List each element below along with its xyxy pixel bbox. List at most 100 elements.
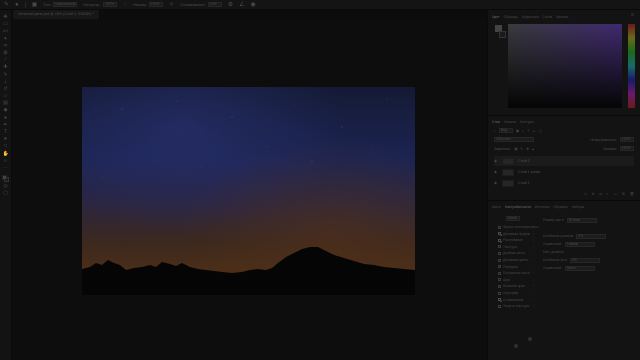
angle-icon[interactable]: ∠ [239, 2, 244, 8]
mode-select[interactable]: Нормальный [53, 2, 78, 7]
lock-icon[interactable]: ▫ [533, 265, 534, 269]
brush-preview-icon[interactable] [528, 337, 532, 341]
add-mask-icon[interactable]: ◘ [600, 192, 602, 196]
healing-brush-tool-icon[interactable]: ✚ [3, 64, 9, 70]
new-layer-icon[interactable]: ⊞ [622, 192, 625, 196]
lock-icon[interactable]: ▫ [533, 304, 534, 308]
layer-row[interactable]: ◉ Слой 2 [494, 156, 634, 166]
brush-option-item[interactable]: Влажные края ▫ [498, 283, 534, 289]
brush-option-item[interactable]: Аэрограф ▫ [498, 290, 534, 296]
panel-menu-icon[interactable]: ≡ [631, 12, 634, 18]
history-brush-tool-icon[interactable]: ↺ [3, 86, 9, 92]
zoom-tool-icon[interactable]: ⌕ [3, 158, 9, 164]
angle-control-select[interactable]: Выкл. [565, 265, 596, 271]
lock-icon[interactable]: ▫ [533, 271, 534, 275]
opacity-field[interactable]: 100% [103, 2, 118, 7]
layer-row[interactable]: ◉ Слой 1 копия [494, 167, 634, 177]
tab-clone-source[interactable]: Источник [535, 205, 549, 209]
tab-color[interactable]: Цвет [492, 15, 500, 19]
checkbox[interactable] [498, 232, 502, 237]
size-jitter-value[interactable]: 0% [576, 233, 607, 239]
new-group-icon[interactable]: ▭ [614, 192, 617, 196]
checkbox[interactable] [498, 225, 501, 229]
tab-brush[interactable]: Кисть [492, 205, 501, 209]
checkbox[interactable] [498, 304, 501, 308]
tab-brush-swatches[interactable]: Образцы [553, 205, 567, 209]
more-tools-icon[interactable]: ⋯ [3, 165, 9, 171]
tab-presets[interactable]: Наборы [572, 205, 585, 209]
smoothing-field[interactable]: 10% [207, 2, 222, 7]
gradient-tool-icon[interactable]: ▤ [3, 100, 9, 106]
checkbox[interactable] [498, 245, 501, 249]
lock-paint-icon[interactable]: ✎ [520, 147, 523, 151]
frame-tool-icon[interactable]: ⊠ [3, 50, 9, 56]
angle-jitter-value[interactable]: 0% [570, 257, 600, 263]
checkbox[interactable] [498, 298, 502, 303]
brush-settings-icon[interactable]: ▣ [32, 2, 38, 8]
color-field[interactable] [508, 24, 622, 108]
brushes-button[interactable]: Кисти [506, 216, 520, 221]
tab-styles[interactable]: Стили [543, 15, 553, 19]
tab-swatches[interactable]: Образцы [504, 15, 518, 19]
brush-preset-picker-icon[interactable]: ● [15, 2, 19, 8]
layer-row[interactable]: ◉ Слой 1 [494, 178, 634, 188]
trash-icon[interactable]: 🗑︎ [630, 192, 634, 196]
search-icon[interactable]: ⌕ [494, 129, 496, 133]
smoothing-settings-icon[interactable]: ⚙ [228, 2, 233, 8]
quick-select-tool-icon[interactable]: ✦ [3, 36, 9, 42]
lock-all-icon[interactable]: 🔒︎ [532, 147, 534, 151]
tab-paths[interactable]: Контуры [520, 120, 533, 124]
opacity-option[interactable]: Непрозр.: 100% [83, 2, 118, 8]
brush-option-item[interactable]: Форма отпечатка кисти ▫ [498, 224, 539, 230]
lock-icon[interactable]: ▫ [533, 232, 534, 236]
fill-field[interactable]: 100% [620, 146, 634, 151]
lock-position-icon[interactable]: ✥ [526, 147, 529, 151]
tab-brush-settings[interactable]: Настройки кисти [505, 205, 531, 209]
filter-shape-icon[interactable]: ▭ [532, 129, 535, 133]
lock-icon[interactable]: ▫ [533, 251, 534, 255]
checkbox[interactable] [498, 238, 502, 243]
crop-tool-icon[interactable]: ⌗ [3, 43, 9, 49]
lock-pixels-icon[interactable]: ▦ [514, 147, 517, 151]
filter-adjustment-icon[interactable]: ◐ [522, 129, 524, 133]
checkbox[interactable] [498, 251, 501, 255]
new-preset-icon[interactable] [514, 344, 518, 348]
lock-icon[interactable]: ▫ [533, 291, 534, 295]
fx-icon[interactable]: fx [592, 192, 595, 196]
size-control-select[interactable]: Нажим [565, 241, 596, 247]
lock-icon[interactable]: ▫ [533, 245, 534, 249]
canvas-image[interactable] [82, 87, 415, 295]
lock-icon[interactable]: ▫ [533, 278, 534, 282]
brush-option-item[interactable]: Сглаживание ▫ [498, 297, 534, 303]
dodge-tool-icon[interactable]: ● [3, 115, 9, 121]
checkbox[interactable] [498, 271, 501, 275]
eye-icon[interactable]: ◉ [494, 159, 498, 163]
lock-icon[interactable]: ▫ [533, 258, 534, 262]
airbrush-icon[interactable]: ✧ [169, 2, 174, 8]
eye-icon[interactable]: ◉ [494, 181, 498, 185]
filter-type-icon[interactable]: T [527, 129, 529, 133]
lock-icon[interactable]: ▫ [533, 284, 534, 288]
brush-option-item[interactable]: Положение кисти ▫ [498, 270, 534, 276]
brush-option-item[interactable]: Рассеивание ▫ [498, 237, 534, 243]
link-layers-icon[interactable]: ∞ [584, 192, 586, 196]
clone-stamp-tool-icon[interactable]: ⊥ [3, 79, 9, 85]
pen-tool-icon[interactable]: ✒ [3, 122, 9, 128]
checkbox[interactable] [498, 265, 501, 269]
filter-smart-icon[interactable]: ❏ [538, 129, 541, 133]
pressure-opacity-icon[interactable]: ◌ [123, 2, 127, 8]
brush-tool-icon[interactable]: ✎ [4, 2, 9, 8]
eyedropper-tool-icon[interactable]: ⁄ [3, 57, 9, 63]
hue-slider[interactable] [628, 24, 635, 108]
move-tool-icon[interactable]: ✥ [3, 14, 9, 20]
checkbox[interactable] [498, 278, 501, 282]
brush-size-value[interactable]: 30 пикс. [566, 217, 597, 223]
mode-option[interactable]: Тон: Нормальный [43, 2, 78, 8]
checkbox[interactable] [498, 284, 501, 288]
hand-tool-icon[interactable]: ✋ [3, 151, 9, 157]
checkbox[interactable] [498, 291, 501, 295]
brush-tool-icon[interactable]: ✎ [3, 72, 9, 78]
brush-option-item[interactable]: Двойная кисть ▫ [498, 250, 534, 256]
eye-icon[interactable]: ◉ [494, 170, 498, 174]
brush-option-item[interactable]: Защита текстуры ▫ [498, 303, 534, 309]
